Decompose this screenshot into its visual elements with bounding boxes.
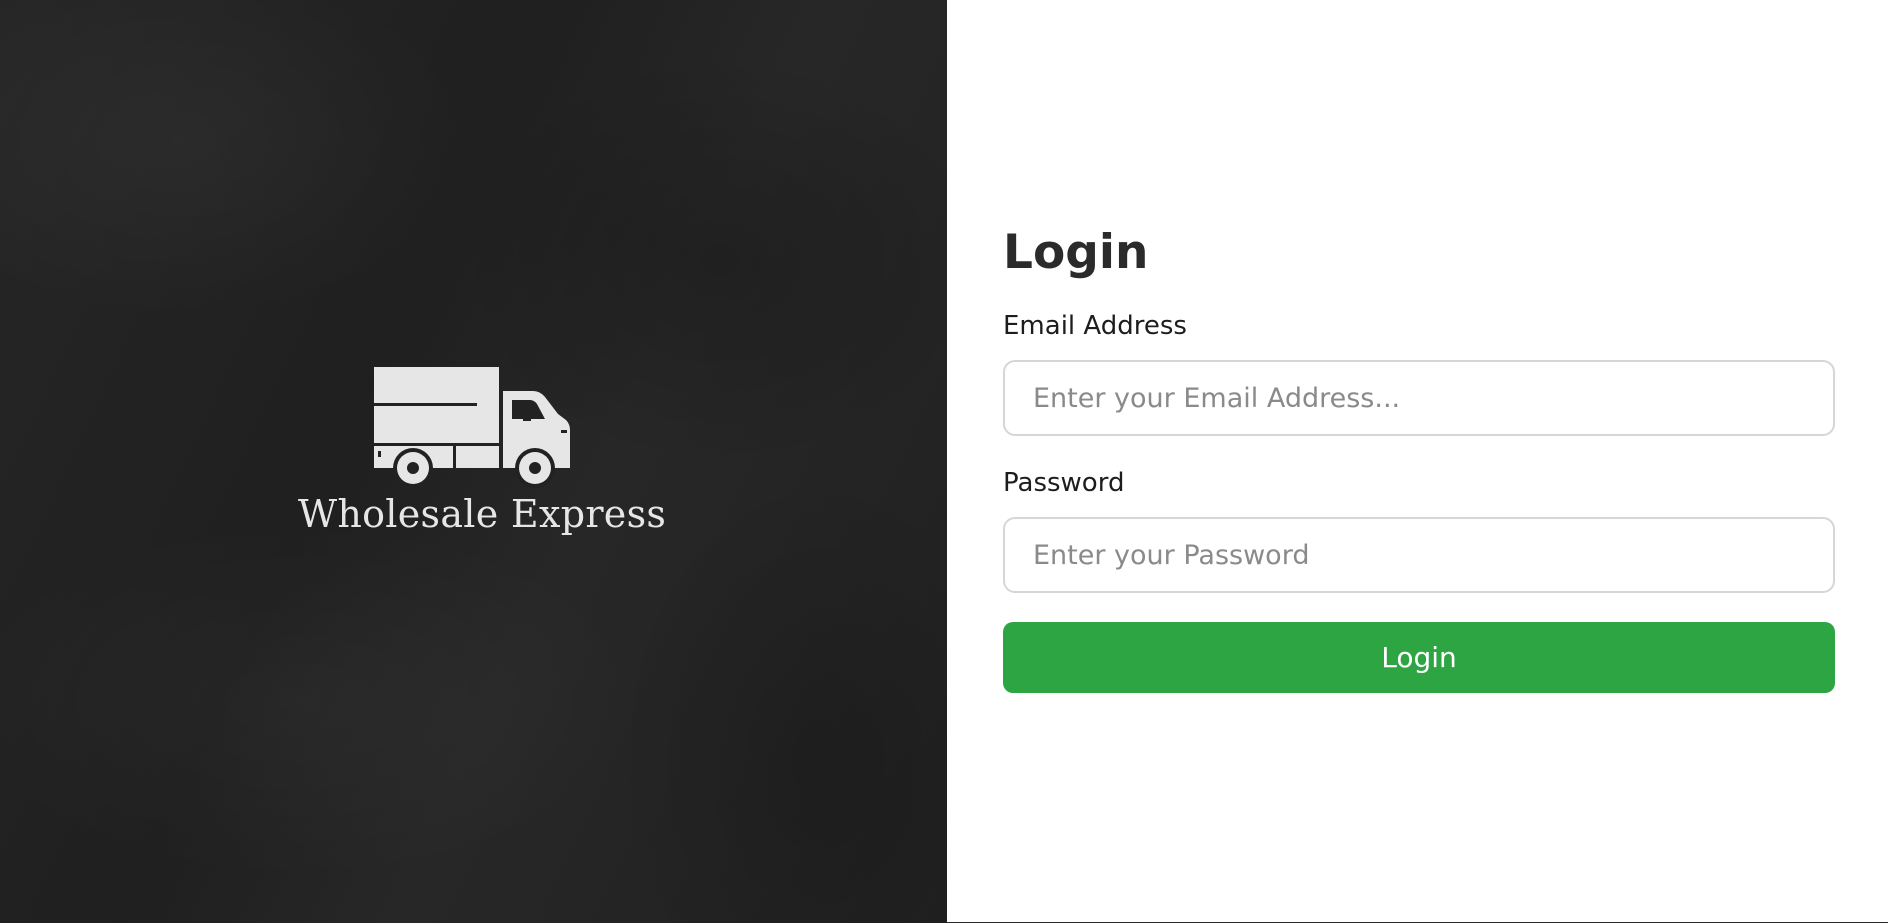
login-button[interactable]: Login — [1003, 622, 1835, 693]
delivery-truck-icon — [374, 367, 570, 488]
brand-panel: Wholesale Express — [0, 0, 947, 923]
password-field[interactable] — [1003, 517, 1835, 593]
brand-logo: Wholesale Express — [298, 364, 667, 544]
email-field[interactable] — [1003, 360, 1835, 436]
email-label: Email Address — [1003, 311, 1187, 341]
login-page: Wholesale Express Login Email Address Pa… — [0, 0, 1888, 923]
password-label: Password — [1003, 468, 1125, 498]
login-form-panel: Login Email Address Password Login — [947, 0, 1888, 923]
page-title: Login — [1003, 225, 1149, 280]
brand-wordmark: Wholesale Express — [298, 492, 667, 536]
